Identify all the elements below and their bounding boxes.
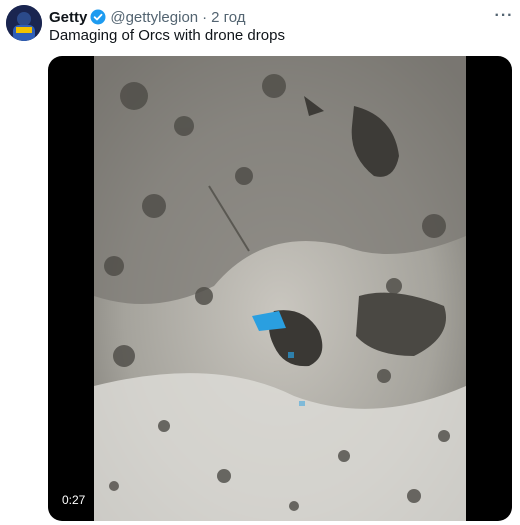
author-name[interactable]: Getty [49,9,87,26]
author-handle[interactable]: @gettylegion [110,9,198,26]
avatar-image [6,5,42,41]
video-duration: 0:27 [58,492,90,508]
timestamp[interactable]: 2 год [211,9,245,26]
more-options-icon[interactable]: ··· [494,6,514,26]
video-player[interactable]: 0:27 [48,56,512,521]
verified-badge-icon [90,9,106,25]
avatar[interactable] [6,5,42,41]
video-frame [94,56,466,521]
separator-dot: · [202,8,208,26]
tweet-text: Damaging of Orcs with drone drops [49,27,285,44]
tweet[interactable]: Getty @gettylegion · 2 год ··· Damaging … [0,0,520,525]
tweet-header: Getty @gettylegion · 2 год [49,7,246,27]
